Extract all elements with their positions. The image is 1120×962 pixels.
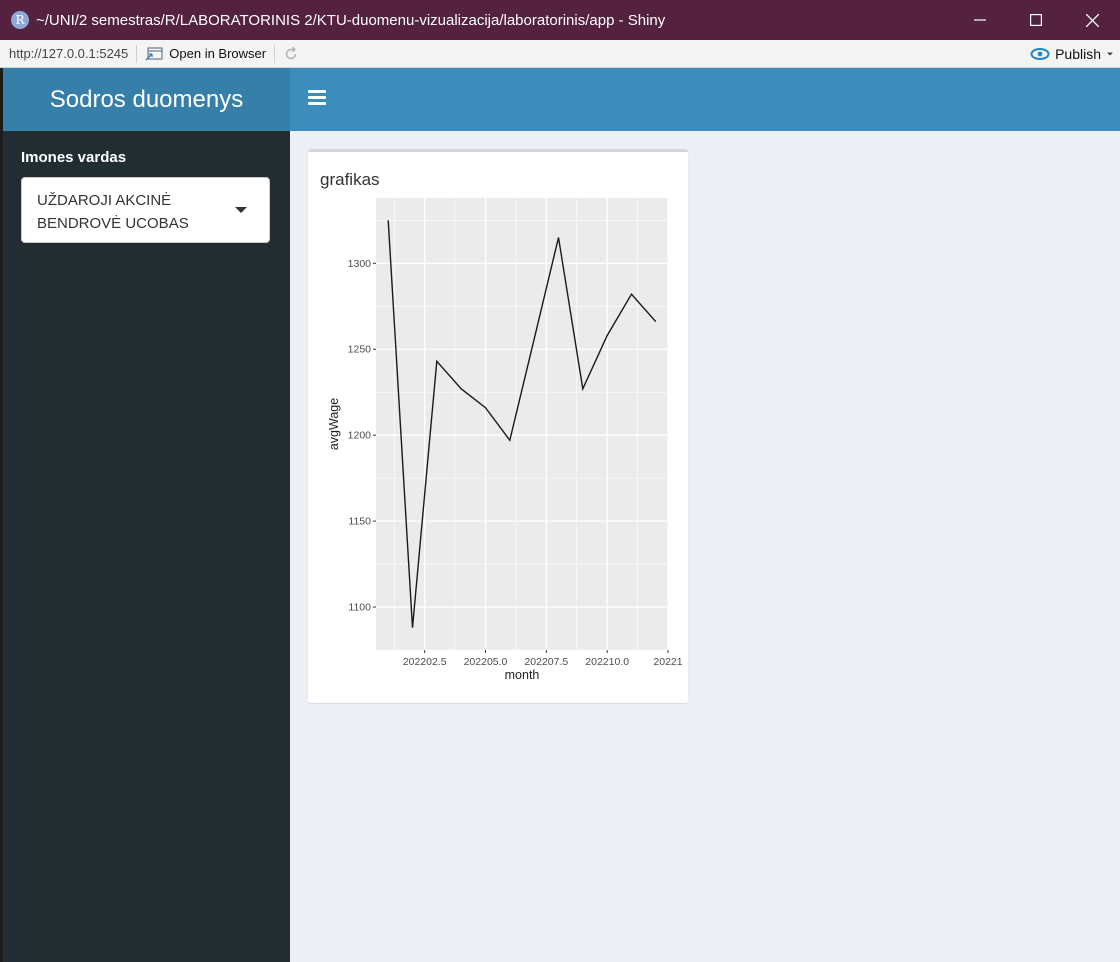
wage-line-chart: 1100 1150 1200 1250 1300 202202.5 202205.0 2022… bbox=[327, 198, 683, 682]
company-select-label: Imones vardas bbox=[21, 149, 127, 166]
toolbar-separator bbox=[274, 44, 276, 63]
company-select-value: UŽDAROJI AKCINĖ BENDROVĖ UCOBAS bbox=[37, 192, 189, 232]
refresh-icon bbox=[285, 46, 297, 59]
caret-down-icon bbox=[235, 207, 247, 213]
window-titlebar: R ~/UNI/2 semestras/R/LABORATORINIS 2/KT… bbox=[0, 0, 1120, 40]
open-in-browser-button[interactable]: Open in Browser bbox=[145, 46, 266, 61]
sidebar: Imones vardas UŽDAROJI AKCINĖ BENDROVĖ U… bbox=[3, 131, 290, 962]
refresh-button[interactable] bbox=[283, 46, 299, 62]
minimize-button[interactable] bbox=[952, 0, 1008, 40]
hamburger-icon bbox=[308, 90, 326, 105]
x-tick-label: 202210.0 bbox=[585, 656, 629, 668]
url-text: http://127.0.0.1:5245 bbox=[9, 46, 129, 61]
open-in-browser-label: Open in Browser bbox=[169, 46, 267, 61]
y-tick-label: 1100 bbox=[348, 602, 371, 614]
app-title: Sodros duomenys bbox=[49, 85, 244, 113]
sidebar-toggle-button[interactable] bbox=[308, 90, 326, 108]
toolbar-separator bbox=[136, 44, 138, 63]
publish-button[interactable]: Publish bbox=[1030, 40, 1114, 68]
publish-icon bbox=[1030, 48, 1050, 60]
chart-box: grafikas 1100 1150 1200 1250 1300 202202.5 202… bbox=[308, 149, 688, 703]
company-select[interactable]: UŽDAROJI AKCINĖ BENDROVĖ UCOBAS bbox=[21, 177, 270, 243]
x-tick-label: 202202.5 bbox=[403, 656, 447, 668]
chevron-down-icon[interactable] bbox=[1106, 51, 1114, 57]
plot-panel bbox=[376, 198, 668, 650]
window-title: ~/UNI/2 semestras/R/LABORATORINIS 2/KTU-… bbox=[36, 11, 666, 29]
y-axis-title: avgWage bbox=[327, 398, 341, 450]
close-icon bbox=[1085, 13, 1099, 27]
x-axis-title: month bbox=[505, 668, 540, 682]
open-browser-icon bbox=[145, 46, 163, 60]
x-tick-label: 20221 bbox=[653, 656, 682, 668]
x-tick-label: 202207.5 bbox=[524, 656, 568, 668]
x-tick-label: 202205.0 bbox=[464, 656, 508, 668]
top-navbar bbox=[290, 68, 1120, 131]
y-tick-label: 1150 bbox=[348, 516, 371, 528]
maximize-button[interactable] bbox=[1008, 0, 1064, 40]
y-tick-label: 1200 bbox=[348, 430, 372, 442]
maximize-icon bbox=[1030, 14, 1042, 26]
app-logo: Sodros duomenys bbox=[3, 68, 290, 131]
y-tick-label: 1250 bbox=[348, 344, 372, 356]
r-logo-icon: R bbox=[11, 11, 29, 29]
viewer-toolbar: http://127.0.0.1:5245 Open in Browser Pu… bbox=[0, 40, 1120, 68]
minimize-icon bbox=[974, 19, 986, 21]
close-button[interactable] bbox=[1064, 0, 1120, 40]
publish-label: Publish bbox=[1055, 46, 1101, 62]
y-tick-label: 1300 bbox=[348, 258, 372, 270]
